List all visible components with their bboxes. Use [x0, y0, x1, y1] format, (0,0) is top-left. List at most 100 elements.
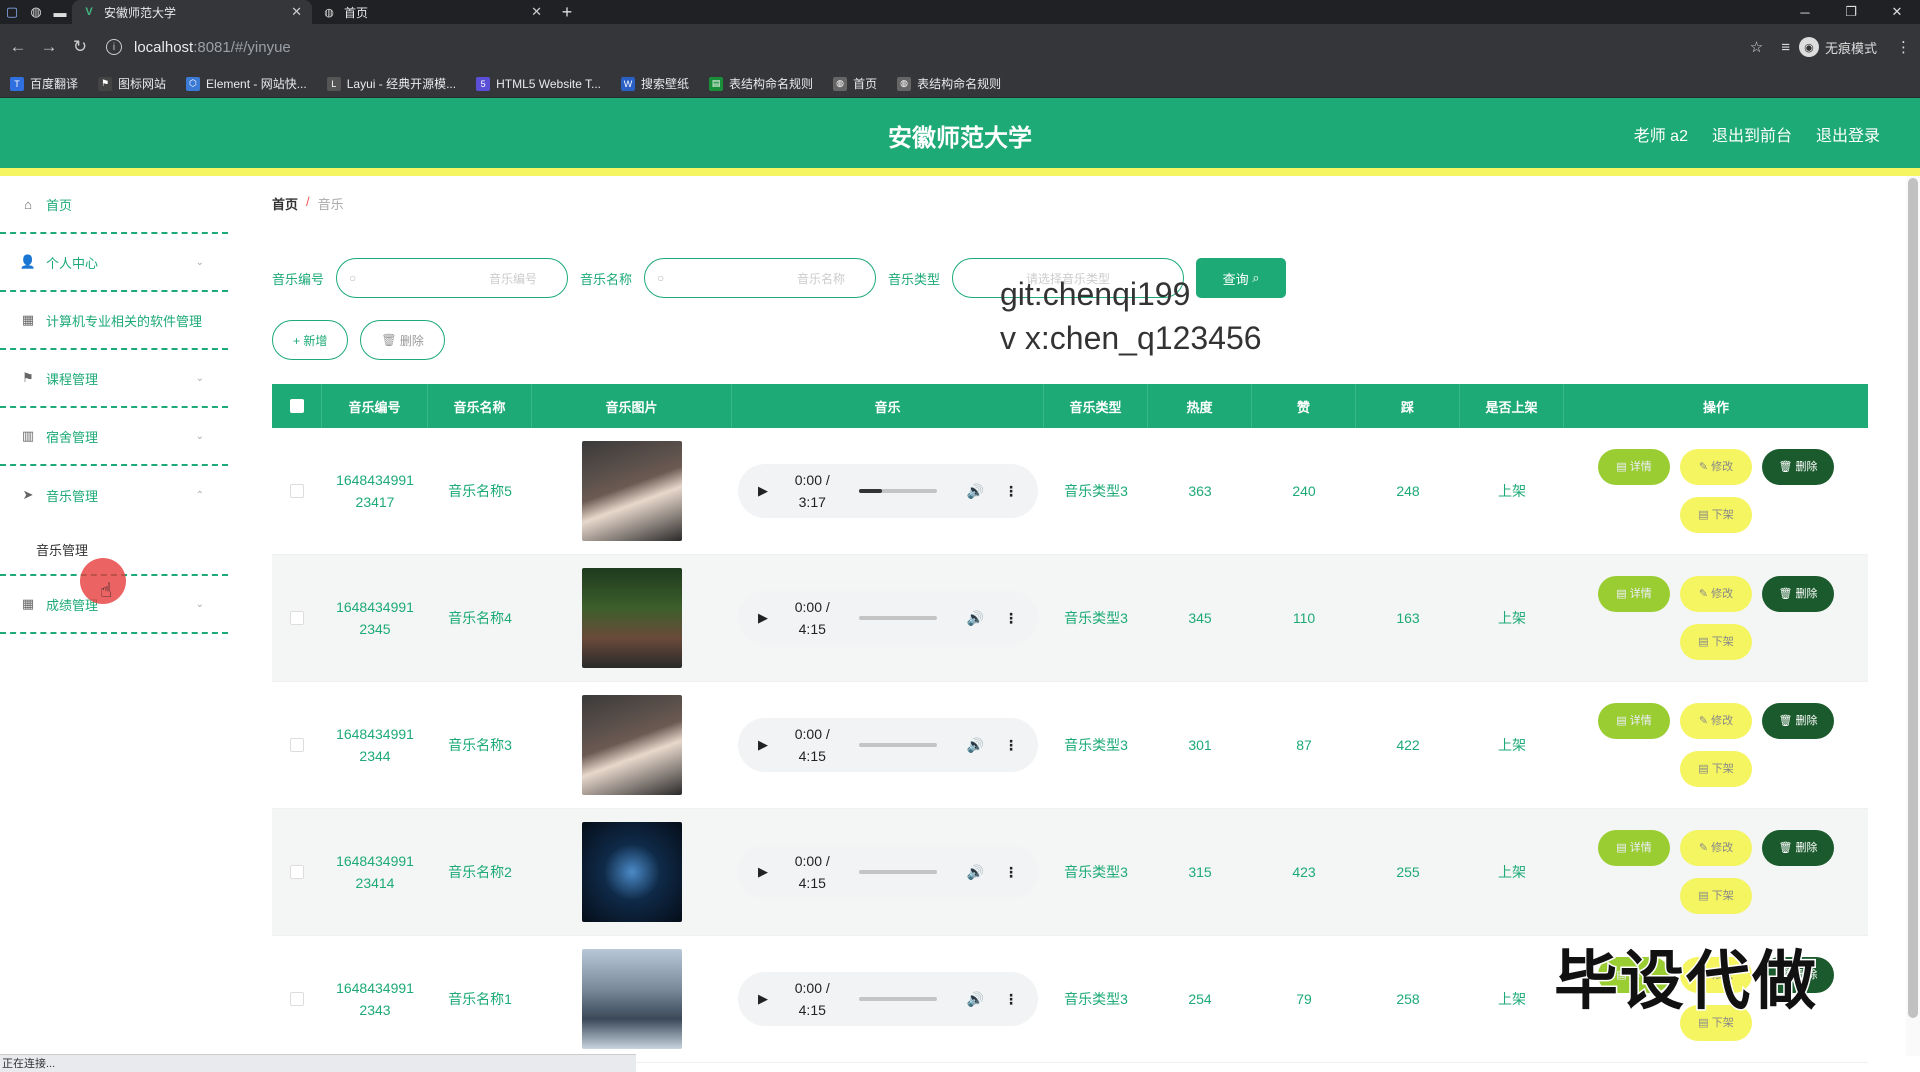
detail-button[interactable]: ▤ 详情 [1598, 576, 1670, 612]
audio-player[interactable]: ▶ 0:00 / 4:15 🔊 ⋮ [738, 718, 1038, 772]
audio-progress[interactable] [858, 870, 937, 874]
table-row: 1648434991 2344 音乐名称3 ▶ 0:00 / 4:15 🔊 ⋮ 音… [272, 682, 1868, 809]
unshelf-button[interactable]: ▤ 下架 [1680, 624, 1752, 660]
audio-player[interactable]: ▶ 0:00 / 3:17 🔊 ⋮ [738, 464, 1038, 518]
element-icon: ⬡ [186, 76, 201, 91]
forward-icon[interactable]: → [36, 34, 62, 60]
delete-button[interactable]: 🗑 删除 [1762, 703, 1834, 739]
new-tab-button[interactable]: + [552, 0, 582, 24]
browser-tab[interactable]: ◍ 首页 ✕ [312, 0, 552, 24]
delete-button[interactable]: 🗑 删除 [1762, 449, 1834, 485]
browser-tab-active[interactable]: V 安徽师范大学 ✕ [72, 0, 312, 24]
info-icon[interactable]: i [106, 39, 122, 55]
audio-progress[interactable] [858, 743, 937, 747]
briefcase-icon: ▦ [21, 312, 35, 327]
close-icon[interactable]: ✕ [291, 4, 302, 20]
globe-icon[interactable]: ◍ [24, 0, 48, 24]
row-checkbox[interactable] [290, 738, 304, 752]
play-icon[interactable]: ▶ [758, 734, 768, 756]
row-checkbox[interactable] [290, 611, 304, 625]
pencil-icon: ✎ [1698, 715, 1709, 727]
detail-button[interactable]: ▤ 详情 [1598, 703, 1670, 739]
sidebar-item-profile[interactable]: 👤 个人中心 ⌄ [0, 234, 228, 292]
volume-icon[interactable]: 🔊 [967, 861, 984, 883]
audio-player[interactable]: ▶ 0:00 / 4:15 🔊 ⋮ [738, 845, 1038, 899]
play-icon[interactable]: ▶ [758, 607, 768, 629]
chevron-down-icon: ⌄ [195, 372, 204, 384]
unshelf-button[interactable]: ▤ 下架 [1680, 497, 1752, 533]
music-number-input[interactable]: ○ 音乐编号 [336, 258, 569, 298]
more-icon[interactable]: ⋮ [1004, 480, 1018, 502]
breadcrumb-home[interactable]: 首页 [272, 194, 298, 213]
edit-button[interactable]: ✎ 修改 [1680, 449, 1752, 485]
scrollbar-thumb[interactable] [1908, 178, 1918, 1018]
query-button[interactable]: 查询 ⌕ [1196, 258, 1287, 298]
audio-progress[interactable] [858, 489, 937, 493]
bookmark[interactable]: ◍ 表结构命名规则 [897, 75, 1001, 92]
reload-icon[interactable]: ↻ [67, 34, 93, 60]
volume-icon[interactable]: 🔊 [967, 607, 984, 629]
play-icon[interactable]: ▶ [758, 988, 768, 1010]
music-name-input[interactable]: ○ 音乐名称 [644, 258, 877, 298]
row-checkbox[interactable] [290, 484, 304, 498]
restore-icon[interactable]: ❐ [1828, 0, 1874, 24]
sidebar-item-home[interactable]: ⌂ 首页 [0, 176, 228, 234]
detail-button[interactable]: ▤ 详情 [1598, 830, 1670, 866]
bookmark[interactable]: L Layui - 经典开源模... [326, 75, 456, 92]
url-input[interactable]: i localhost:8081/#/yinyue [106, 32, 1756, 62]
bookmark[interactable]: ◍ 首页 [833, 75, 877, 92]
bookmark[interactable]: T 百度翻译 [10, 75, 78, 92]
audio-progress[interactable] [858, 997, 937, 1001]
more-icon[interactable]: ⋮ [1004, 607, 1018, 629]
play-icon[interactable]: ▶ [758, 480, 768, 502]
bookmark[interactable]: 5 HTML5 Website T... [476, 76, 601, 91]
reading-list-icon[interactable]: ≡ [1781, 39, 1790, 56]
delete-button[interactable]: 🗑 删除 [1762, 576, 1834, 612]
back-icon[interactable]: ← [5, 34, 31, 60]
audio-player[interactable]: ▶ 0:00 / 4:15 🔊 ⋮ [738, 591, 1038, 645]
sidebar-item-course[interactable]: ⚑ 课程管理 ⌄ [0, 350, 228, 408]
edit-button[interactable]: ✎ 修改 [1680, 576, 1752, 612]
logout-link[interactable]: 退出登录 [1816, 122, 1880, 146]
audio-time: 0:00 / 4:15 [794, 853, 830, 891]
menu-icon[interactable]: ⋮ [1896, 38, 1911, 56]
bookmark[interactable]: W 搜索壁纸 [621, 75, 689, 92]
volume-icon[interactable]: 🔊 [967, 480, 984, 502]
window-icon[interactable]: ▬ [48, 0, 72, 24]
more-icon[interactable]: ⋮ [1004, 861, 1018, 883]
star-icon[interactable]: ☆ [1750, 38, 1763, 56]
close-icon[interactable]: ✕ [531, 4, 542, 20]
play-icon[interactable]: ▶ [758, 861, 768, 883]
edit-button[interactable]: ✎ 修改 [1680, 830, 1752, 866]
more-icon[interactable]: ⋮ [1004, 988, 1018, 1010]
delete-button[interactable]: 🗑 删除 [1762, 830, 1834, 866]
bookmark[interactable]: ⬡ Element - 网站快... [186, 75, 307, 92]
edit-button[interactable]: ✎ 修改 [1680, 703, 1752, 739]
add-button[interactable]: + 新增 [272, 320, 349, 360]
batch-delete-button[interactable]: 🗑 删除 [360, 320, 445, 360]
volume-icon[interactable]: 🔊 [967, 734, 984, 756]
select-all-checkbox[interactable] [289, 399, 304, 413]
globe-icon: ◍ [897, 76, 912, 91]
sidebar-item-software[interactable]: ▦ 计算机专业相关的软件管理 [0, 292, 228, 350]
row-checkbox[interactable] [290, 865, 304, 879]
tab-search-icon[interactable]: ▢ [0, 0, 24, 24]
minimize-icon[interactable]: ─ [1782, 0, 1828, 24]
volume-icon[interactable]: 🔊 [967, 988, 984, 1010]
detail-button[interactable]: ▤ 详情 [1598, 449, 1670, 485]
close-window-icon[interactable]: ✕ [1874, 0, 1920, 24]
sidebar-item-dorm[interactable]: ▥ 宿舍管理 ⌄ [0, 408, 228, 466]
bookmark[interactable]: ▤ 表结构命名规则 [709, 75, 813, 92]
chevron-down-icon: ⌄ [195, 256, 204, 268]
profile-button[interactable]: ◉ 无痕模式 [1798, 37, 1877, 57]
unshelf-button[interactable]: ▤ 下架 [1680, 878, 1752, 914]
more-icon[interactable]: ⋮ [1004, 734, 1018, 756]
sidebar-item-music[interactable]: ➤ 音乐管理 ⌃ [0, 466, 228, 524]
cell-music-type: 音乐类型3 [1064, 483, 1128, 499]
unshelf-button[interactable]: ▤ 下架 [1680, 751, 1752, 787]
row-checkbox[interactable] [290, 992, 304, 1006]
audio-progress[interactable] [858, 616, 937, 620]
back-to-front-link[interactable]: 退出到前台 [1712, 122, 1792, 146]
audio-player[interactable]: ▶ 0:00 / 4:15 🔊 ⋮ [738, 972, 1038, 1026]
bookmark[interactable]: ⚑ 图标网站 [98, 75, 166, 92]
